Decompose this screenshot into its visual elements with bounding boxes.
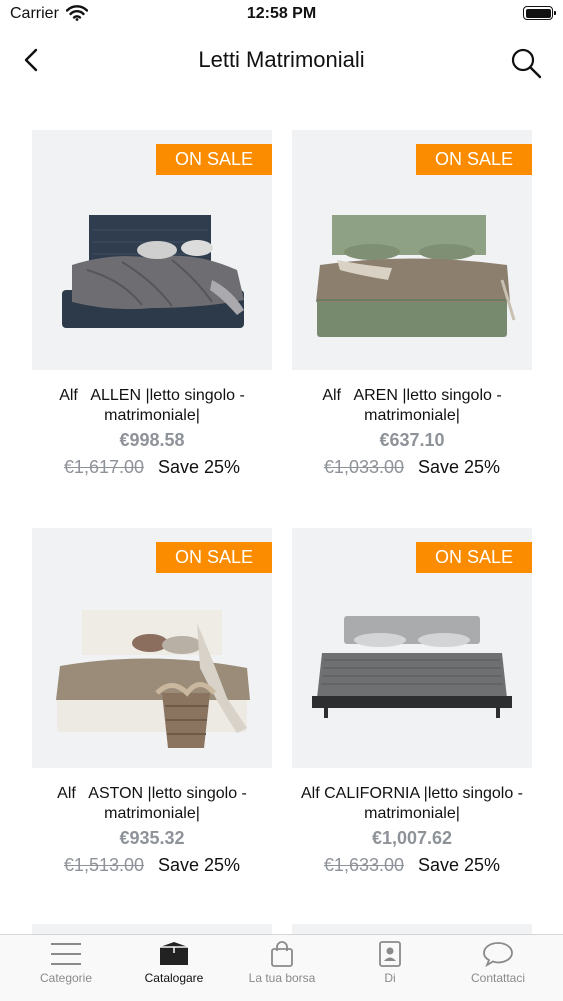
original-price: €1,513.00	[63, 855, 144, 875]
tab-label: Catalogare	[144, 971, 204, 985]
on-sale-badge: ON SALE	[156, 542, 272, 573]
product-name[interactable]: Alf ALLEN |letto singolo - matrimoniale|	[32, 386, 272, 426]
product-card[interactable]: ON SALE Alf ASTON |letto singolo - matri…	[32, 528, 272, 876]
product-image[interactable]: ON SALE	[32, 528, 272, 768]
status-bar: Carrier 12:58 PM	[0, 0, 563, 30]
product-card[interactable]: ON SALE Alf ALLEN |letto singolo - matri…	[32, 130, 272, 478]
original-price: €1,617.00	[63, 457, 144, 477]
product-price: €1,007.62	[371, 828, 453, 848]
shopping-bag-icon	[271, 941, 293, 967]
tab-label: La tua borsa	[248, 971, 316, 985]
tab-label: Categorie	[39, 971, 93, 985]
product-name[interactable]: Alf ASTON |letto singolo - matrimoniale|	[32, 784, 272, 824]
tab-contattaci[interactable]: Contattaci	[442, 941, 554, 985]
product-card[interactable]: ON SALE Alf AREN |letto singolo - matrim…	[292, 130, 532, 478]
on-sale-badge: ON SALE	[416, 542, 532, 573]
page-title: Letti Matrimoniali	[198, 47, 365, 72]
battery-icon	[523, 6, 556, 20]
product-card[interactable]: ON SALE Alf CALIFORNIA |letto singolo - …	[292, 528, 532, 876]
clock: 12:58 PM	[246, 5, 317, 22]
contact-card-icon	[379, 941, 401, 967]
product-image[interactable]: ON SALE	[292, 528, 532, 768]
product-price: €637.10	[379, 430, 445, 450]
tab-catalogare[interactable]: Catalogare	[118, 941, 230, 985]
original-price: €1,033.00	[323, 457, 404, 477]
chat-bubble-icon	[483, 942, 513, 967]
tab-label: Di	[384, 971, 396, 985]
search-icon[interactable]	[509, 46, 543, 80]
product-image[interactable]: ON SALE	[292, 130, 532, 370]
original-price: €1,633.00	[323, 855, 404, 875]
tab-categorie[interactable]: Categorie	[10, 941, 122, 985]
discount-label: Save 25%	[158, 457, 241, 477]
discount-label: Save 25%	[158, 855, 241, 875]
nav-bar: Letti Matrimoniali	[0, 30, 563, 92]
discount-label: Save 25%	[418, 457, 501, 477]
tab-bar: Categorie Catalogare La tua borsa Di Con…	[0, 934, 563, 1001]
product-name[interactable]: Alf CALIFORNIA |letto singolo - matrimon…	[292, 784, 532, 824]
product-name[interactable]: Alf AREN |letto singolo - matrimoniale|	[292, 386, 532, 426]
tab-label: Contattaci	[470, 971, 526, 985]
tab-la-tua-borsa[interactable]: La tua borsa	[226, 941, 338, 985]
discount-label: Save 25%	[418, 855, 501, 875]
on-sale-badge: ON SALE	[416, 144, 532, 175]
product-price: €935.32	[119, 828, 185, 848]
tab-di[interactable]: Di	[334, 941, 446, 985]
product-image[interactable]: ON SALE	[32, 130, 272, 370]
on-sale-badge: ON SALE	[156, 144, 272, 175]
box-icon	[160, 942, 188, 965]
menu-lines-icon	[51, 943, 81, 965]
product-price: €998.58	[119, 430, 185, 450]
